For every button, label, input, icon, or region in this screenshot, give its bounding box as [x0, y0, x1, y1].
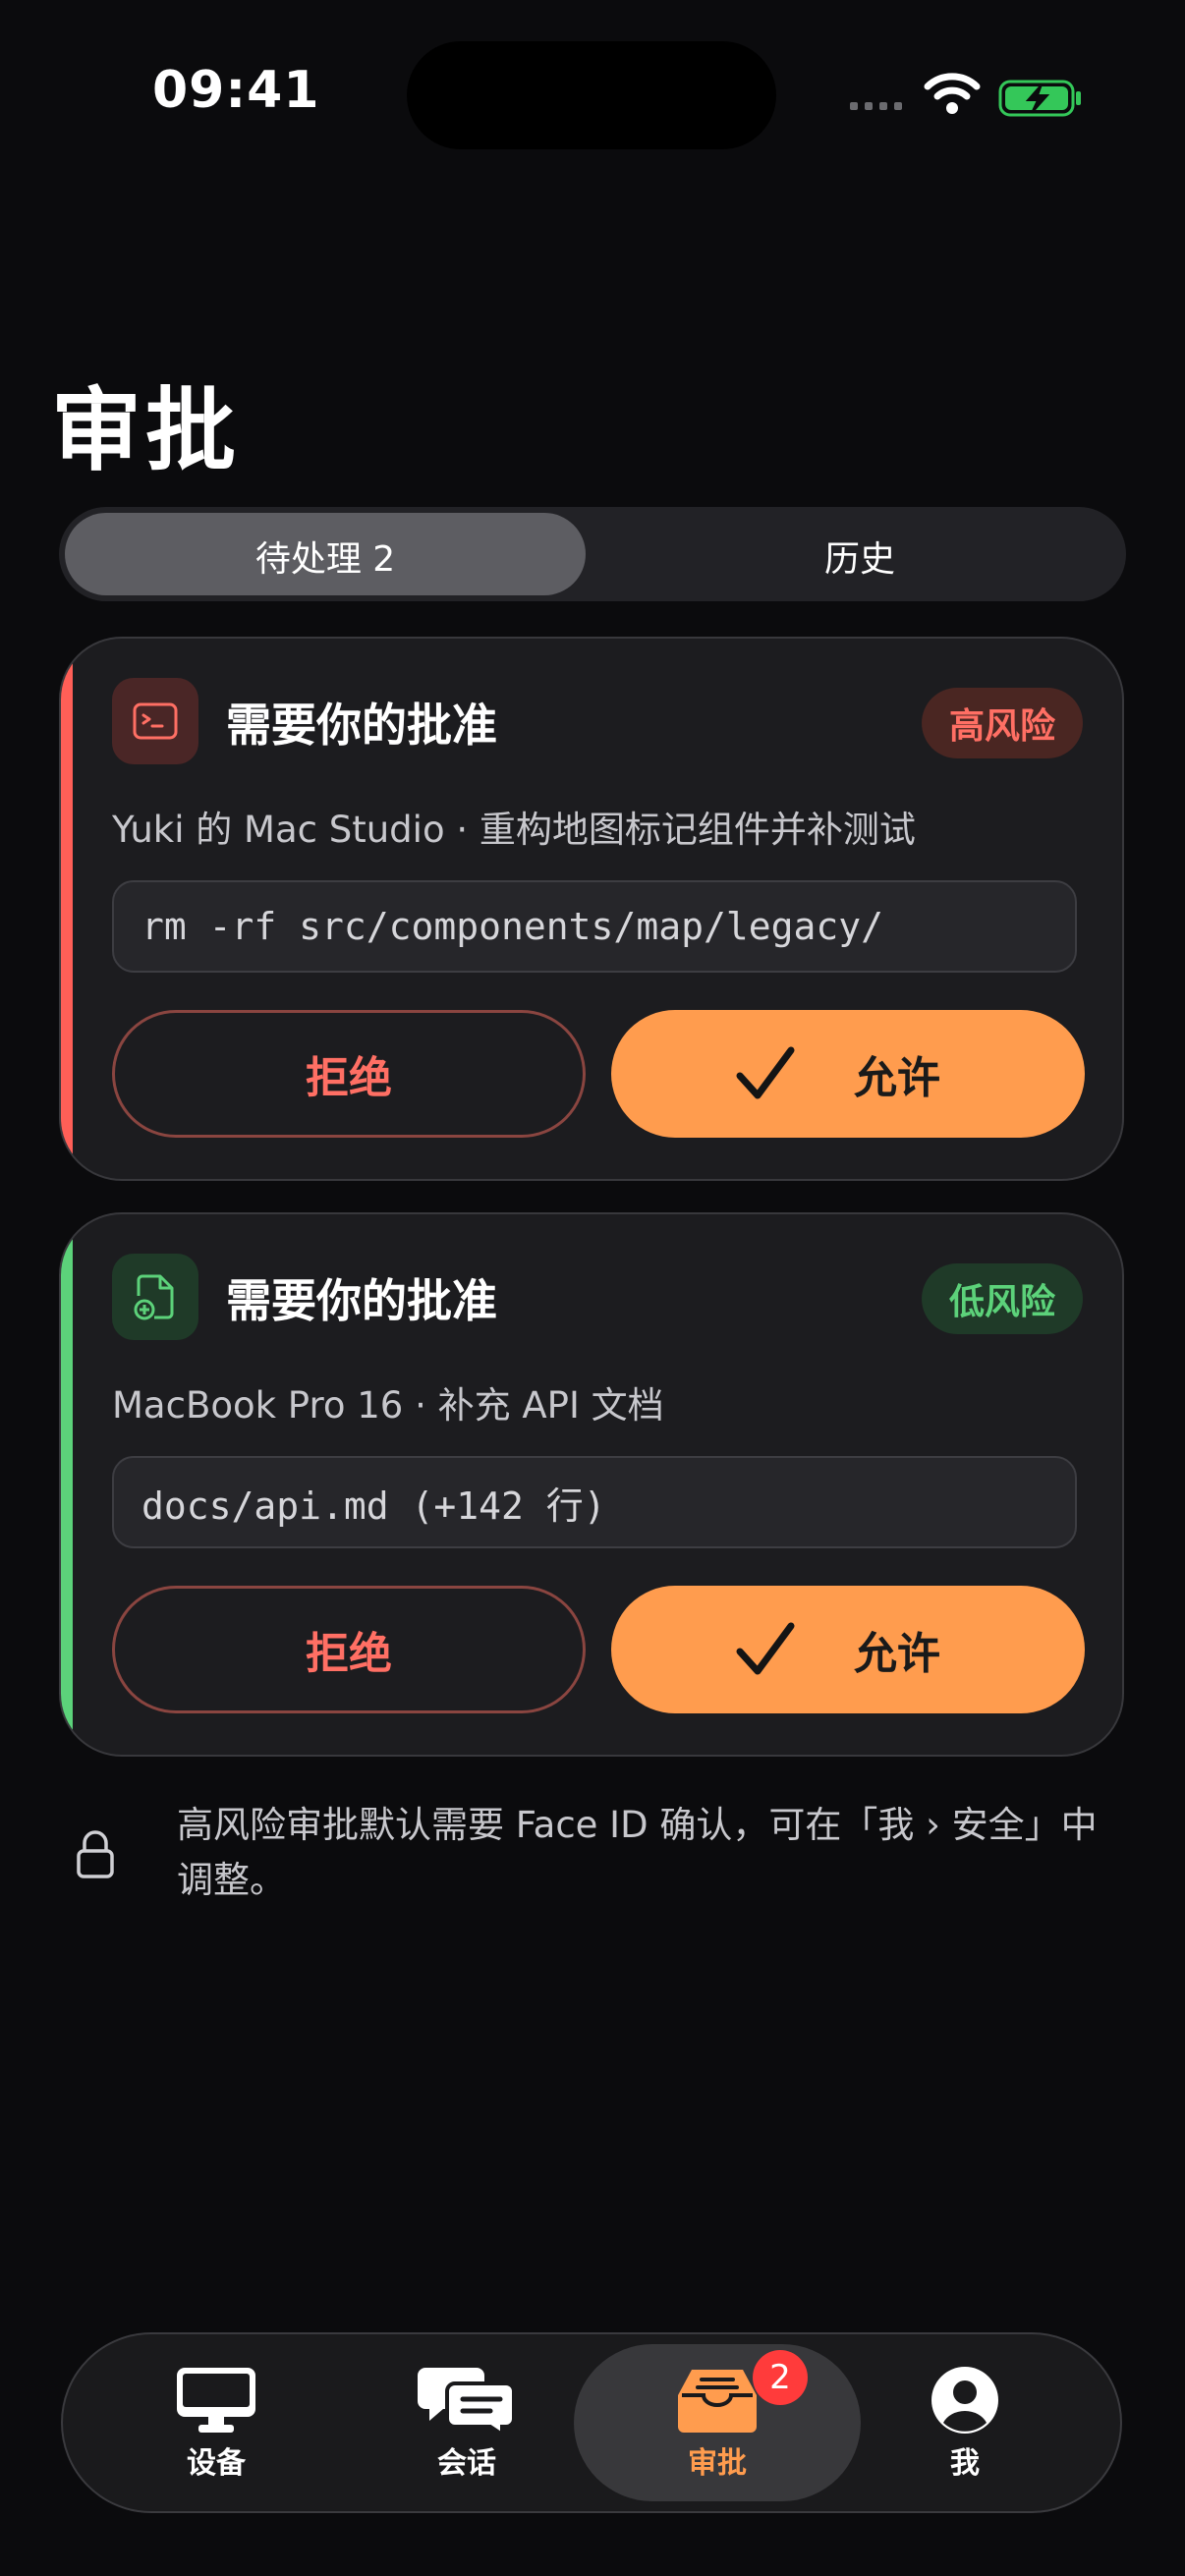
wifi-icon — [924, 73, 981, 114]
lock-icon — [77, 1830, 114, 1878]
command-preview: rm -rf src/components/map/legacy/ — [112, 880, 1077, 973]
person-icon — [931, 2367, 998, 2434]
checkmark-icon — [736, 1622, 795, 1675]
notification-badge: 2 — [753, 2350, 808, 2405]
allow-button[interactable]: 允许 — [611, 1010, 1085, 1138]
reject-label: 拒绝 — [306, 1053, 392, 1103]
card-description: MacBook Pro 16 · 补充 API 文档 — [112, 1384, 664, 1427]
tab-pending-label[interactable]: 待处理 2 — [65, 531, 586, 582]
status-time: 09:41 — [152, 61, 320, 120]
tab-me-label: 我 — [950, 2446, 980, 2481]
allow-label: 允许 — [854, 1053, 940, 1103]
page-title: 审批 — [51, 378, 241, 483]
tab-history[interactable]: 历史 — [599, 531, 1120, 582]
checkmark-icon — [736, 1046, 795, 1099]
file-add-icon — [112, 1254, 198, 1340]
card-title: 需要你的批准 — [226, 1274, 497, 1327]
terminal-icon — [112, 678, 198, 764]
approval-card: 需要你的批准 高风险 Yuki 的 Mac Studio · 重构地图标记组件并… — [59, 637, 1124, 1181]
risk-accent-bar — [61, 639, 73, 1179]
approval-card: 需要你的批准 低风险 MacBook Pro 16 · 补充 API 文档 do… — [59, 1212, 1124, 1757]
security-footnote: 高风险审批默认需要 Face ID 确认，可在「我 › 安全」中调整。 — [177, 1804, 1098, 1901]
reject-label: 拒绝 — [306, 1629, 392, 1679]
card-title: 需要你的批准 — [226, 699, 497, 752]
allow-label: 允许 — [854, 1629, 940, 1679]
tab-sessions-label: 会话 — [437, 2446, 496, 2481]
tab-me[interactable]: 我 — [867, 2366, 1063, 2482]
tab-devices-label: 设备 — [187, 2446, 246, 2481]
reject-button[interactable]: 拒绝 — [112, 1586, 586, 1713]
allow-button[interactable]: 允许 — [611, 1586, 1085, 1713]
command-preview: docs/api.md (+142 行) — [112, 1456, 1077, 1548]
risk-badge-low: 低风险 — [921, 1263, 1083, 1334]
tab-sessions[interactable]: 会话 — [368, 2366, 565, 2482]
chat-bubbles-icon — [418, 2368, 516, 2435]
inbox-tray-icon — [678, 2370, 757, 2433]
monitor-icon — [177, 2368, 255, 2433]
card-description: Yuki 的 Mac Studio · 重构地图标记组件并补测试 — [112, 809, 916, 851]
risk-accent-bar — [61, 1214, 73, 1755]
tab-approvals-label: 审批 — [688, 2446, 747, 2481]
tab-devices[interactable]: 设备 — [118, 2366, 314, 2482]
battery-charging-icon — [998, 80, 1081, 117]
dynamic-island — [407, 41, 776, 149]
cellular-signal-icon — [850, 102, 902, 110]
risk-badge-high: 高风险 — [921, 688, 1083, 758]
reject-button[interactable]: 拒绝 — [112, 1010, 586, 1138]
